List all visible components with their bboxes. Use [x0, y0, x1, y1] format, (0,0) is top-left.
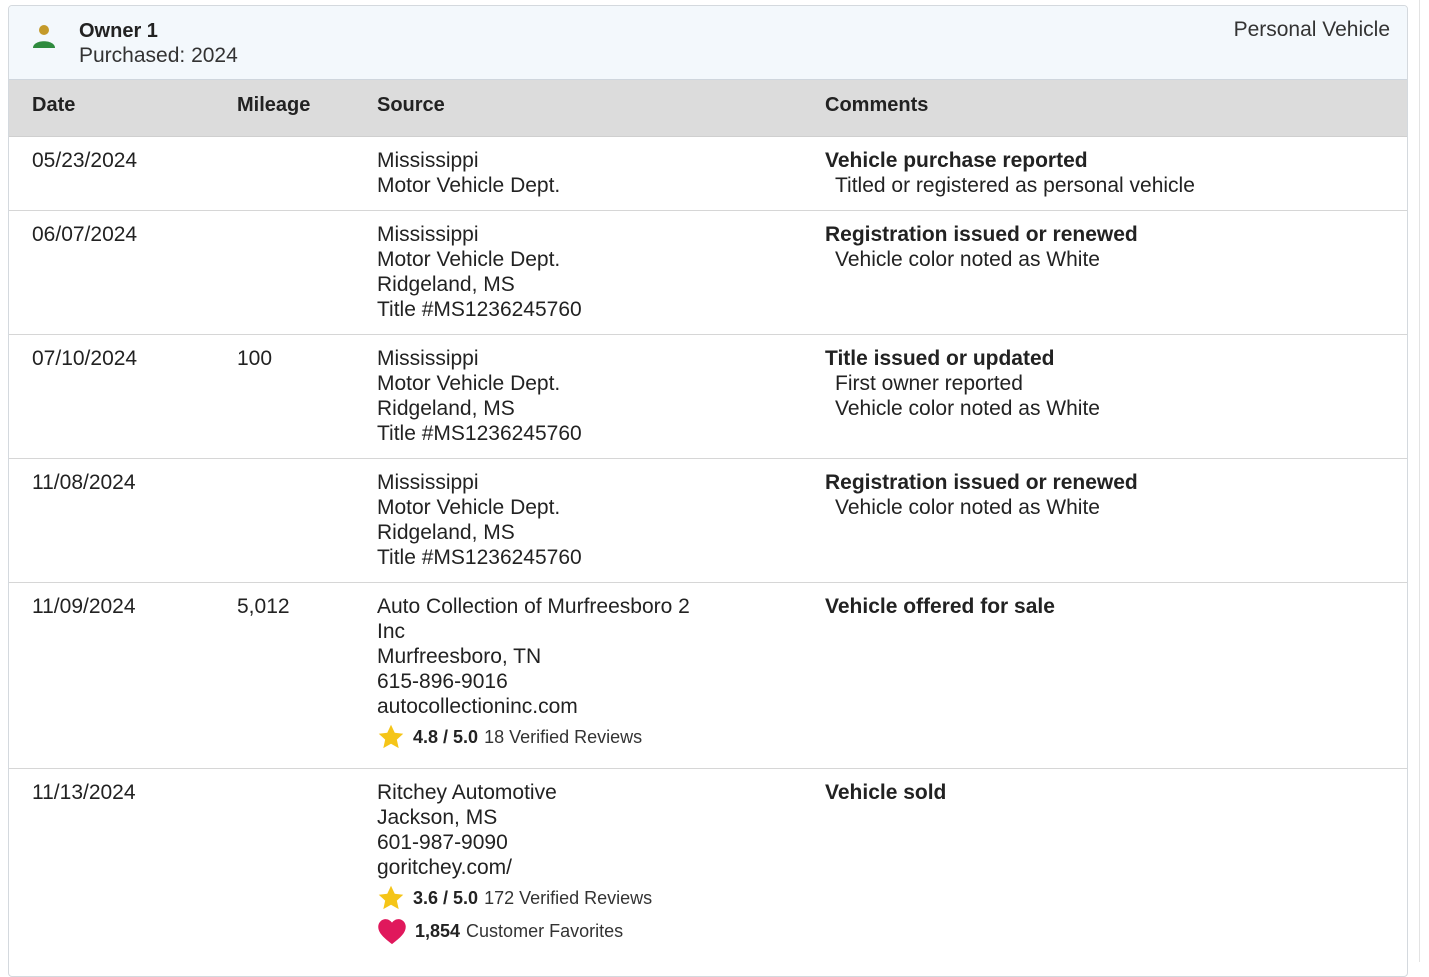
row-date: 07/10/2024	[32, 347, 138, 370]
source-line: Title #MS1236245760	[377, 546, 582, 569]
row-mileage: 100	[237, 347, 273, 370]
column-header-comments: Comments	[825, 94, 929, 116]
heart-icon	[378, 919, 406, 945]
comment-line: Vehicle color noted as White	[835, 248, 1100, 271]
row-source: Ritchey Automotive Jackson, MS 601-987-9…	[377, 780, 737, 946]
table-header: Date Mileage Source Comments	[9, 80, 1407, 137]
row-mileage: 5,012	[237, 595, 290, 618]
dealer-favorites[interactable]: 1,854 Customer Favorites	[377, 916, 737, 946]
comment-line: First owner reported	[835, 372, 1023, 395]
source-line: Ridgeland, MS	[377, 273, 515, 296]
source-line: Mississippi	[377, 223, 479, 246]
table-row: 11/08/2024 Mississippi Motor Vehicle Dep…	[9, 459, 1407, 583]
column-header-date: Date	[32, 94, 76, 116]
row-date: 06/07/2024	[32, 223, 138, 246]
row-comments: Vehicle purchase reported Titled or regi…	[825, 148, 1195, 198]
owner-title: Owner 1	[79, 20, 158, 42]
dealer-website-link[interactable]: goritchey.com/	[377, 855, 737, 880]
dealer-phone[interactable]: 615-896-9016	[377, 669, 737, 694]
rating-reviews: 172 Verified Reviews	[484, 887, 653, 908]
table-row: 05/23/2024 Mississippi Motor Vehicle Dep…	[9, 137, 1407, 211]
dealer-website-link[interactable]: autocollectioninc.com	[377, 694, 737, 719]
row-source: Mississippi Motor Vehicle Dept. Ridgelan…	[377, 222, 737, 322]
source-line: Motor Vehicle Dept.	[377, 248, 561, 271]
source-line: Motor Vehicle Dept.	[377, 174, 561, 197]
source-line: Murfreesboro, TN	[377, 645, 542, 668]
source-line: Ridgeland, MS	[377, 521, 515, 544]
comment-title: Vehicle purchase reported	[825, 149, 1088, 172]
row-comments: Registration issued or renewed Vehicle c…	[825, 470, 1138, 520]
rating-reviews: 18 Verified Reviews	[484, 726, 643, 747]
owner-header: Owner 1 Purchased: 2024 Personal Vehicle	[9, 6, 1407, 80]
comment-title: Title issued or updated	[825, 347, 1055, 370]
row-source: Mississippi Motor Vehicle Dept. Ridgelan…	[377, 346, 737, 446]
row-comments: Title issued or updated First owner repo…	[825, 346, 1100, 421]
dealer-phone[interactable]: 601-987-9090	[377, 830, 737, 855]
scrollbar-track[interactable]	[1419, 0, 1420, 962]
owner-purchased: Purchased: 2024	[79, 44, 238, 67]
row-date: 11/09/2024	[32, 595, 136, 618]
favorites-label: Customer Favorites	[466, 920, 624, 941]
source-line: Mississippi	[377, 471, 479, 494]
source-line: Mississippi	[377, 347, 479, 370]
comment-title: Registration issued or renewed	[825, 223, 1138, 246]
row-date: 11/08/2024	[32, 471, 136, 494]
comment-title: Vehicle sold	[825, 781, 947, 804]
row-date: 05/23/2024	[32, 149, 138, 172]
comment-title: Vehicle offered for sale	[825, 595, 1055, 618]
source-line: Jackson, MS	[377, 806, 498, 829]
column-header-source: Source	[377, 94, 445, 116]
favorites-count: 1,854	[415, 920, 461, 941]
source-line: Title #MS1236245760	[377, 298, 582, 321]
table-row: 11/13/2024 Ritchey Automotive Jackson, M…	[9, 769, 1407, 969]
source-line: Motor Vehicle Dept.	[377, 372, 561, 395]
row-comments: Registration issued or renewed Vehicle c…	[825, 222, 1138, 272]
source-line: Mississippi	[377, 149, 479, 172]
row-source: Mississippi Motor Vehicle Dept.	[377, 148, 737, 198]
table-row: 06/07/2024 Mississippi Motor Vehicle Dep…	[9, 211, 1407, 335]
rating-score: 3.6 / 5.0	[413, 887, 479, 908]
comment-title: Registration issued or renewed	[825, 471, 1138, 494]
row-source: Mississippi Motor Vehicle Dept. Ridgelan…	[377, 470, 737, 570]
row-source: Auto Collection of Murfreesboro 2 Inc Mu…	[377, 594, 737, 752]
rating-score: 4.8 / 5.0	[413, 726, 479, 747]
dealer-rating[interactable]: 3.6 / 5.0 172 Verified Reviews	[377, 883, 737, 913]
owner-history-card: Owner 1 Purchased: 2024 Personal Vehicle…	[8, 5, 1408, 977]
owner-vehicle-type: Personal Vehicle	[1233, 18, 1390, 41]
person-icon	[33, 25, 55, 48]
table-row: 11/09/2024 5,012 Auto Collection of Murf…	[9, 583, 1407, 769]
comment-line: Vehicle color noted as White	[835, 397, 1100, 420]
source-line: Title #MS1236245760	[377, 422, 582, 445]
dealer-rating[interactable]: 4.8 / 5.0 18 Verified Reviews	[377, 722, 737, 752]
comment-line: Vehicle color noted as White	[835, 496, 1100, 519]
source-line: Ritchey Automotive	[377, 781, 557, 804]
source-line: Ridgeland, MS	[377, 397, 515, 420]
source-line: Auto Collection of Murfreesboro 2	[377, 595, 690, 618]
star-icon	[378, 885, 404, 910]
row-comments: Vehicle sold	[825, 780, 946, 805]
star-icon	[378, 724, 404, 749]
column-header-mileage: Mileage	[237, 94, 311, 116]
comment-line: Titled or registered as personal vehicle	[835, 174, 1195, 197]
table-row: 07/10/2024 100 Mississippi Motor Vehicle…	[9, 335, 1407, 459]
source-line: Motor Vehicle Dept.	[377, 496, 561, 519]
row-comments: Vehicle offered for sale	[825, 594, 1055, 619]
row-date: 11/13/2024	[32, 781, 136, 804]
source-line: Inc	[377, 620, 406, 643]
